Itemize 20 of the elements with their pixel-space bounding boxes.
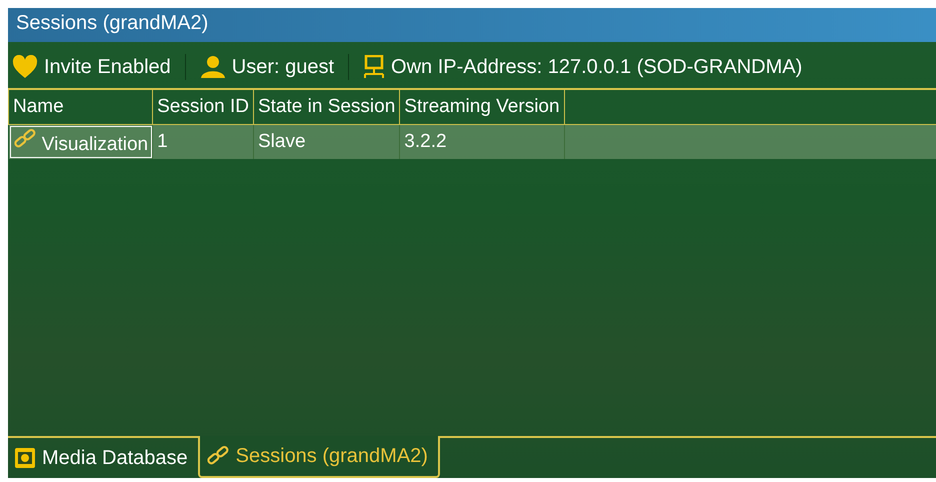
table-cell: Slave xyxy=(253,124,400,159)
toolbar-label: Own IP-Address: 127.0.0.1 (SOD-GRANDMA) xyxy=(391,56,802,78)
media-icon xyxy=(14,447,36,469)
table-cell: 1 xyxy=(152,124,254,159)
tab[interactable]: Sessions (grandMA2) xyxy=(198,436,440,478)
user-icon xyxy=(200,55,226,79)
link-icon xyxy=(206,445,230,467)
tab[interactable]: Media Database xyxy=(8,438,198,478)
table-cell: Visualization xyxy=(8,124,153,159)
column-header[interactable]: Streaming Version xyxy=(400,90,564,124)
heart-icon xyxy=(12,55,38,79)
toolbar-label: Invite Enabled xyxy=(44,56,171,78)
column-header[interactable]: Name xyxy=(8,90,153,124)
column-header[interactable]: State in Session xyxy=(253,90,400,124)
table-cell: 3.2.2 xyxy=(400,124,564,159)
window-title: Sessions (grandMA2) xyxy=(8,8,936,42)
toolbar-label: User: guest xyxy=(232,56,334,78)
column-header[interactable]: Session ID xyxy=(152,90,254,124)
link-icon xyxy=(12,128,36,150)
computer-icon xyxy=(363,55,386,79)
